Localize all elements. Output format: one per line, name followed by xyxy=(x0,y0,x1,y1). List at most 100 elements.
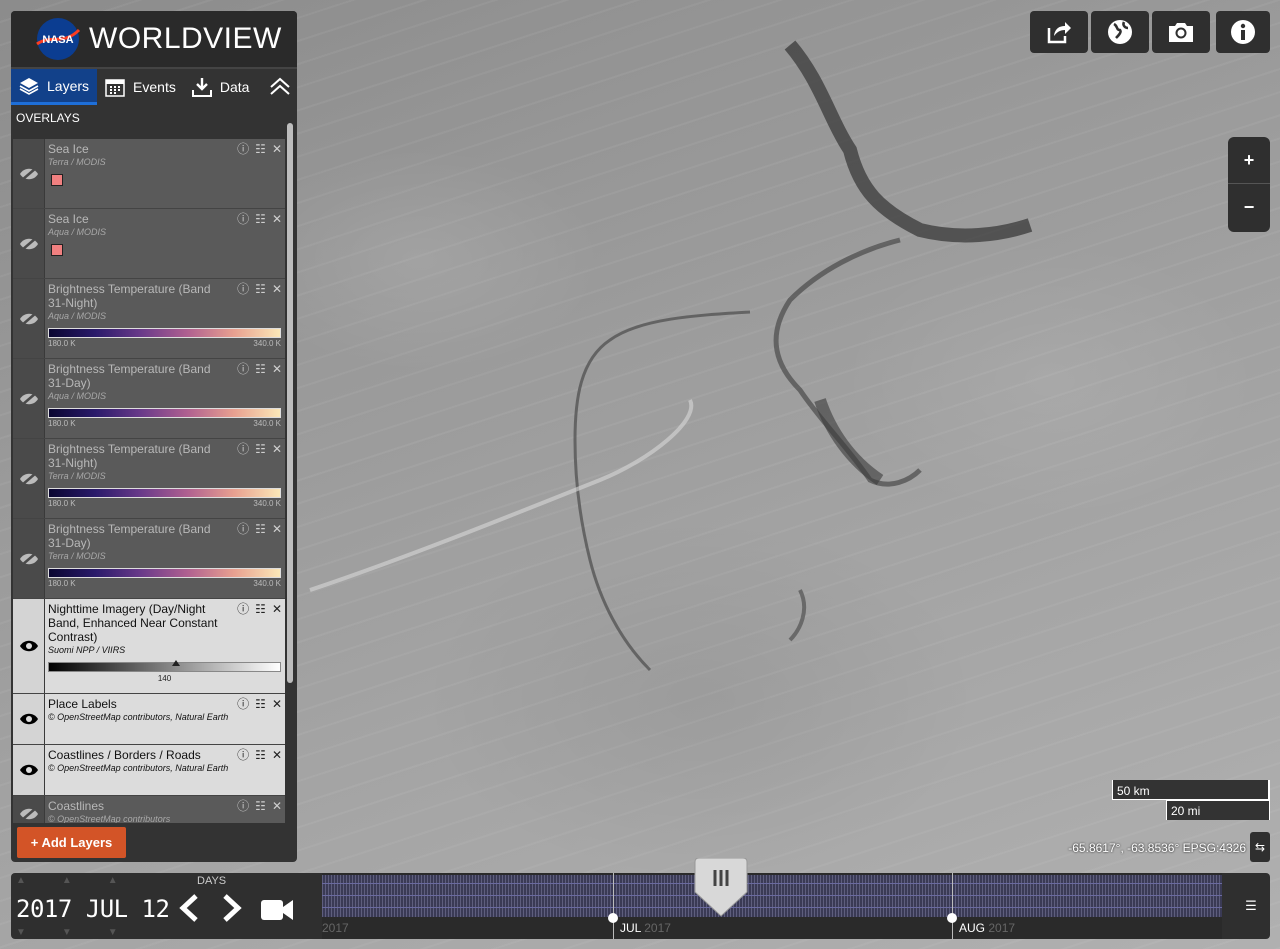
layer-settings-icon[interactable]: ☷ xyxy=(255,212,266,226)
layer-item[interactable]: Brightness Temperature (Band 31-Night) Aq… xyxy=(13,279,285,359)
zoom-out-button[interactable]: − xyxy=(1228,184,1270,231)
layer-item[interactable]: Place Labels © OpenStreetMap contributors… xyxy=(13,694,285,745)
layer-settings-icon[interactable]: ☷ xyxy=(255,697,266,711)
legend-max: 340.0 K xyxy=(253,339,281,348)
legend-colorbar[interactable] xyxy=(48,328,281,338)
layer-info-icon[interactable]: ⓘ xyxy=(237,212,249,226)
layer-remove-icon[interactable]: ✕ xyxy=(272,697,282,711)
zoom-in-button[interactable]: + xyxy=(1228,137,1270,184)
layer-remove-icon[interactable]: ✕ xyxy=(272,748,282,762)
date-increment-carets[interactable]: ▲▲▲ xyxy=(16,875,154,886)
layer-visibility-toggle[interactable] xyxy=(13,439,45,518)
layer-visibility-toggle[interactable] xyxy=(13,796,45,823)
layer-info-icon[interactable]: ⓘ xyxy=(237,442,249,456)
layer-settings-icon[interactable]: ☷ xyxy=(255,799,266,813)
tab-events[interactable]: Events xyxy=(97,69,184,105)
layer-item[interactable]: Brightness Temperature (Band 31-Day) Terr… xyxy=(13,519,285,599)
layer-remove-icon[interactable]: ✕ xyxy=(272,442,282,456)
layer-remove-icon[interactable]: ✕ xyxy=(272,522,282,536)
layer-info-icon[interactable]: ⓘ xyxy=(237,522,249,536)
layer-visibility-toggle[interactable] xyxy=(13,279,45,358)
timeline-menu-button[interactable]: ☰ xyxy=(1232,873,1270,939)
scale-bar: 50 km 20 mi xyxy=(1112,780,1270,820)
layer-info-icon[interactable]: ⓘ xyxy=(237,602,249,616)
layer-info-icon[interactable]: ⓘ xyxy=(237,142,249,156)
layer-list-scrollbar[interactable] xyxy=(287,123,293,683)
layer-item[interactable]: Brightness Temperature (Band 31-Night) Te… xyxy=(13,439,285,519)
eye-icon xyxy=(19,713,38,725)
layer-visibility-toggle[interactable] xyxy=(13,745,45,795)
layer-item[interactable]: Brightness Temperature (Band 31-Day) Aqua… xyxy=(13,359,285,439)
layer-visibility-toggle[interactable] xyxy=(13,359,45,438)
next-day-button[interactable] xyxy=(219,893,245,923)
animation-button[interactable] xyxy=(260,898,294,922)
layer-settings-icon[interactable]: ☷ xyxy=(255,748,266,762)
layer-settings-icon[interactable]: ☷ xyxy=(255,362,266,376)
legend-min: 180.0 K xyxy=(48,339,76,348)
calendar-icon xyxy=(105,79,125,97)
legend-colorbar[interactable] xyxy=(48,488,281,498)
month-marker xyxy=(608,913,618,923)
eye-icon xyxy=(19,764,38,776)
layer-remove-icon[interactable]: ✕ xyxy=(272,142,282,156)
hamburger-icon: ☰ xyxy=(1245,898,1257,913)
layer-visibility-toggle[interactable] xyxy=(13,209,45,278)
layer-item[interactable]: Coastlines / Borders / Roads © OpenStreet… xyxy=(13,745,285,796)
legend-colorbar[interactable] xyxy=(48,408,281,418)
chevron-right-icon xyxy=(223,894,242,922)
legend-colorbar[interactable] xyxy=(48,568,281,578)
share-button[interactable] xyxy=(1030,11,1088,53)
layer-visibility-toggle[interactable] xyxy=(13,139,45,208)
layer-info-icon[interactable]: ⓘ xyxy=(237,799,249,813)
date-decrement-carets[interactable]: ▼▼▼ xyxy=(16,927,154,938)
layer-remove-icon[interactable]: ✕ xyxy=(272,602,282,616)
collapse-sidebar-button[interactable] xyxy=(263,69,297,105)
layer-visibility-toggle[interactable] xyxy=(13,694,45,744)
layers-icon xyxy=(19,77,39,95)
layer-info-icon[interactable]: ⓘ xyxy=(237,748,249,762)
date-selector: ▲▲▲ DAYS 2017 JUL 12 ▼▼▼ xyxy=(11,873,321,939)
layer-remove-icon[interactable]: ✕ xyxy=(272,212,282,226)
layer-settings-icon[interactable]: ☷ xyxy=(255,522,266,536)
layer-item[interactable]: Sea Ice Terra / MODIS ⓘ ☷ ✕ xyxy=(13,139,285,209)
scale-km: 50 km xyxy=(1112,780,1270,800)
snapshot-button[interactable] xyxy=(1152,11,1210,53)
previous-day-button[interactable] xyxy=(176,893,202,923)
eye-slash-icon xyxy=(19,551,38,566)
timeline-handle[interactable] xyxy=(691,858,751,918)
layer-settings-icon[interactable]: ☷ xyxy=(255,282,266,296)
zoom-level-label[interactable]: DAYS xyxy=(197,875,226,887)
download-icon xyxy=(191,78,212,97)
layer-info-icon[interactable]: ⓘ xyxy=(237,362,249,376)
video-camera-icon xyxy=(261,900,283,920)
layer-settings-icon[interactable]: ☷ xyxy=(255,142,266,156)
layer-remove-icon[interactable]: ✕ xyxy=(272,282,282,296)
layer-source: Suomi NPP / VIIRS xyxy=(48,645,126,655)
chevron-left-icon xyxy=(179,894,198,922)
coordinate-format-button[interactable]: ⇆ xyxy=(1250,832,1270,862)
legend-graybar[interactable] xyxy=(48,660,281,672)
chevron-up-icon xyxy=(270,77,290,95)
projection-button[interactable] xyxy=(1091,11,1149,53)
layer-settings-icon[interactable]: ☷ xyxy=(255,602,266,616)
layer-visibility-toggle[interactable] xyxy=(13,599,45,693)
layer-remove-icon[interactable]: ✕ xyxy=(272,362,282,376)
layer-visibility-toggle[interactable] xyxy=(13,519,45,598)
layer-source: © OpenStreetMap contributors, Natural Ea… xyxy=(48,712,229,722)
layer-item[interactable]: Sea Ice Aqua / MODIS ⓘ ☷ ✕ xyxy=(13,209,285,279)
layer-item[interactable]: Nighttime Imagery (Day/Night Band, Enhan… xyxy=(13,599,285,694)
current-date[interactable]: 2017 JUL 12 xyxy=(16,895,170,923)
layer-list: Sea Ice Terra / MODIS ⓘ ☷ ✕ Sea Ice Aqua / MOD… xyxy=(13,139,285,823)
layer-info-icon[interactable]: ⓘ xyxy=(237,282,249,296)
tab-layers[interactable]: Layers xyxy=(11,69,98,105)
layer-item[interactable]: Coastlines © OpenStreetMap contributors ⓘ ☷… xyxy=(13,796,285,823)
info-button[interactable] xyxy=(1216,11,1270,53)
layer-source: Terra / MODIS xyxy=(48,551,106,561)
add-layers-button[interactable]: + Add Layers xyxy=(17,827,126,858)
layer-settings-icon[interactable]: ☷ xyxy=(255,442,266,456)
brand-header[interactable]: NASA WORLDVIEW xyxy=(11,11,297,67)
timeline-track[interactable]: 2017 JUL 2017 AUG 2017 xyxy=(322,873,1222,939)
tab-data[interactable]: Data xyxy=(184,69,258,105)
layer-info-icon[interactable]: ⓘ xyxy=(237,697,249,711)
layer-remove-icon[interactable]: ✕ xyxy=(272,799,282,813)
